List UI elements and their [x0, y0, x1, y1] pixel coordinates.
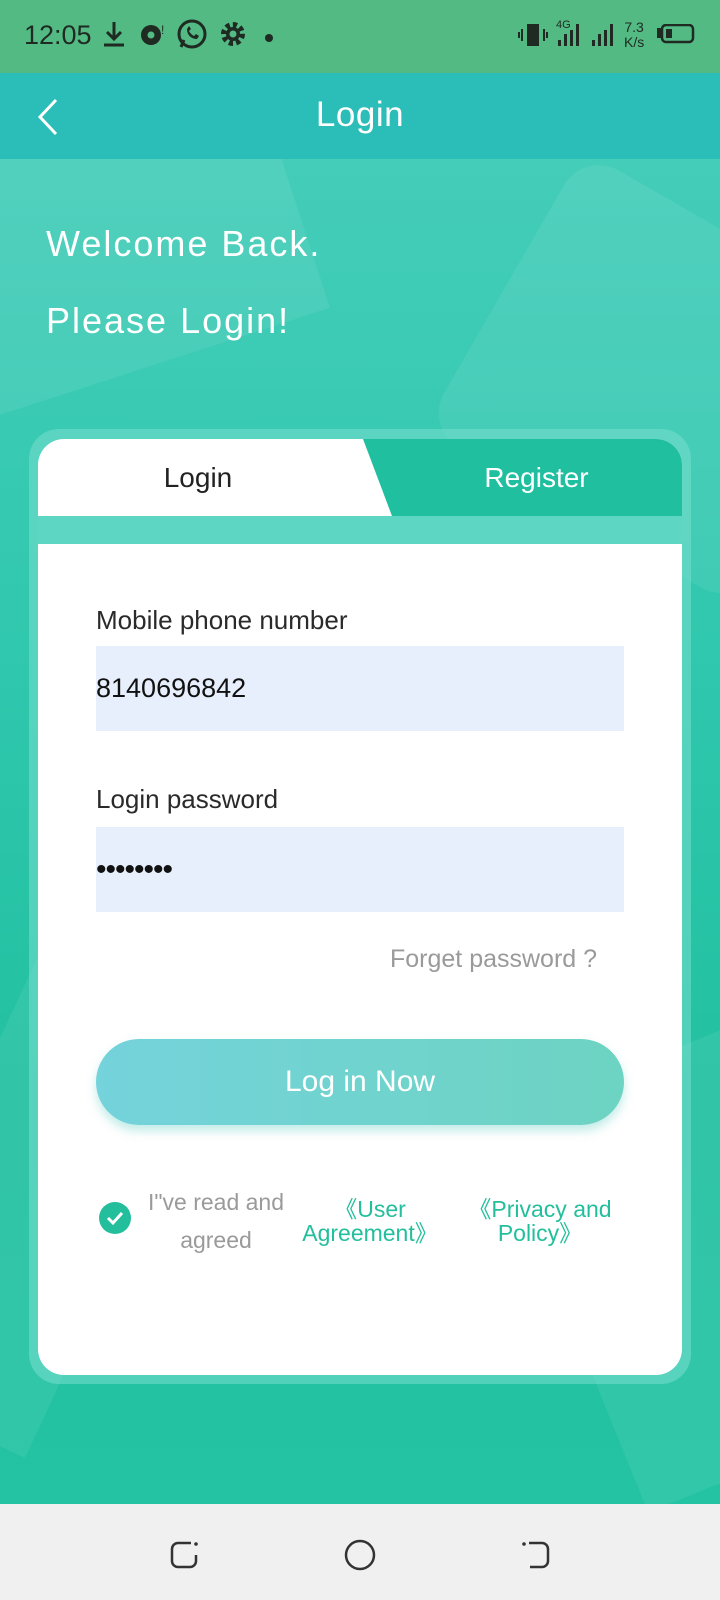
welcome-line-2: Please Login! — [46, 300, 291, 341]
app-bar: Login — [0, 73, 720, 159]
back-nav-button[interactable] — [519, 1538, 553, 1572]
password-label: Login password — [96, 784, 279, 814]
tab-register[interactable]: Register — [363, 439, 682, 516]
forget-password-link[interactable]: Forget password ? — [390, 945, 597, 974]
privacy-line-2: Policy》 — [497, 1220, 583, 1246]
settings-icon — [218, 18, 248, 55]
speed-value: 7.3 — [624, 19, 644, 35]
phone-input[interactable]: 8140696842 — [96, 646, 624, 731]
decorative-shape — [0, 159, 330, 438]
recent-apps-icon — [170, 1541, 198, 1569]
sync-icon: ! — [138, 18, 168, 55]
agree-text: I"ve read and agreed — [147, 1189, 285, 1253]
dot-icon — [264, 30, 274, 48]
tab-login[interactable]: Login — [38, 439, 358, 516]
download-icon — [100, 18, 128, 55]
user-agreement-line-2: Agreement》 — [302, 1220, 438, 1246]
agree-checkbox[interactable] — [99, 1202, 131, 1234]
password-input[interactable]: •••••••• — [96, 827, 624, 912]
home-icon — [344, 1539, 376, 1571]
status-time: 12:05 — [24, 20, 92, 50]
user-agreement-line-1: 《User — [334, 1196, 406, 1222]
speed-unit: K/s — [624, 34, 645, 50]
welcome-line-1: Welcome Back. — [46, 223, 322, 264]
phone-label: Mobile phone number — [96, 605, 348, 635]
home-button[interactable] — [343, 1538, 377, 1572]
checkmark-icon — [106, 1211, 124, 1226]
system-nav-bar — [0, 1504, 720, 1600]
back-nav-icon — [522, 1541, 550, 1569]
network-speed: 7.3 K/s — [624, 20, 644, 50]
signal-icon: 4G — [554, 18, 620, 55]
auth-tabs: Login Register — [38, 439, 682, 516]
tab-divider — [38, 516, 682, 544]
network-type-label: 4G — [556, 19, 571, 31]
whatsapp-icon — [176, 18, 208, 55]
status-bar: 12:05 ! 4G 7.3 K/s — [0, 0, 720, 73]
user-agreement-link[interactable]: 《User Agreement》 — [302, 1197, 438, 1245]
vibrate-icon — [518, 18, 548, 55]
login-form: Mobile phone number 8140696842 Login pas… — [38, 544, 682, 1375]
privacy-line-1: 《Privacy and — [468, 1196, 612, 1222]
battery-icon — [656, 23, 696, 53]
privacy-policy-link[interactable]: 《Privacy and Policy》 — [465, 1197, 615, 1245]
svg-text:!: ! — [161, 23, 164, 37]
recent-apps-button[interactable] — [167, 1538, 201, 1572]
login-button[interactable]: Log in Now — [96, 1039, 624, 1125]
page-title: Login — [315, 95, 405, 134]
